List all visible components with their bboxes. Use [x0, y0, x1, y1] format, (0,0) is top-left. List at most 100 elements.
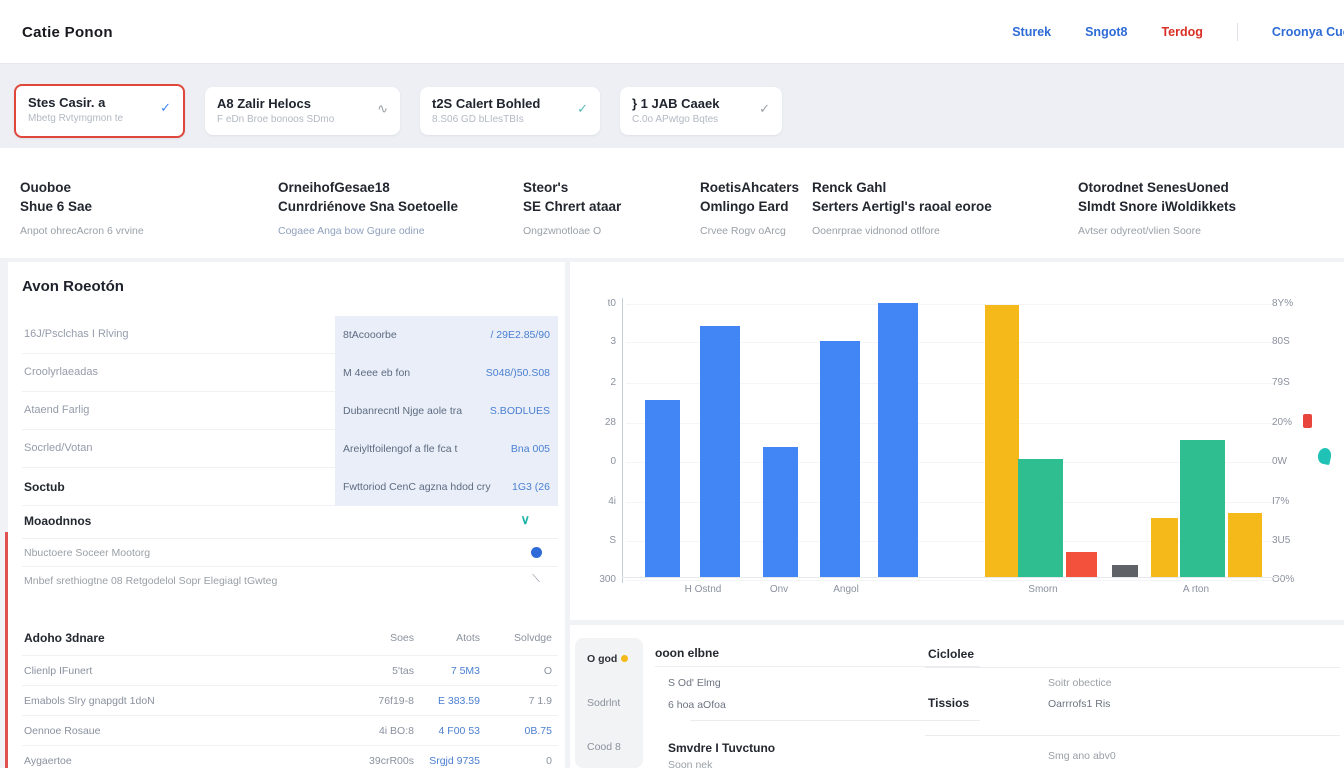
feature-title: Ouoboe [20, 178, 144, 197]
check-icon: ✓ [160, 100, 171, 116]
stat-card-1[interactable]: Stes Casir. a Mbetg Rvtymgmon te ✓ [14, 84, 185, 138]
cell-link[interactable]: 4 F00 53 [439, 725, 480, 737]
chevron-down-icon[interactable]: ∨ [520, 512, 530, 528]
y-axis-tick-label: 28 [570, 417, 616, 428]
y-axis-tick-label: t0 [570, 298, 616, 309]
chart-gridline [626, 304, 1274, 305]
kv-row: Soctub Fwttoriod CenC agzna hdod cry 1G3… [22, 468, 558, 506]
check-icon: ✓ [759, 101, 770, 117]
kv-value[interactable]: Bna 005 [511, 443, 550, 455]
y-axis-tick-label: S [570, 535, 616, 546]
feature-5[interactable]: Renck Gahl Serters Aertigl's raoal eoroe… [812, 178, 992, 237]
feature-title: Serters Aertigl's raoal eoroe [812, 197, 992, 216]
feature-4[interactable]: RoetisAhcaters Omlingo Eard Crvee Rogv o… [700, 178, 799, 237]
feature-title: SE Chrert ataar [523, 197, 621, 216]
table-row: Emabols Slry gnapgdt 1doN 76f19-8 E 383.… [22, 685, 558, 715]
cell-link[interactable]: 7 5M3 [451, 665, 480, 677]
chart-bar [1151, 518, 1178, 577]
nav-link-3[interactable]: Terdog [1161, 25, 1202, 39]
cell: 7 1.9 [529, 695, 552, 707]
tab-label: O god [587, 653, 617, 665]
chart-gridline [626, 580, 1274, 581]
kv-value[interactable]: / 29E2.85/90 [490, 329, 550, 341]
cell: O [544, 665, 552, 677]
right-axis-tick-label: I7% [1272, 496, 1289, 507]
chart-bar [1228, 513, 1262, 577]
feature-subtitle: Cogaee Anga bow Ggure odine [278, 225, 458, 237]
stat-card-3[interactable]: t2S Calert Bohled 8.S06 GD bLIesTBIs ✓ [420, 87, 600, 135]
yellow-dot-icon [621, 655, 628, 662]
x-axis-tick-label: H Ostnd [685, 584, 722, 595]
tab-3[interactable]: Cood 8 [575, 726, 643, 768]
red-marker-line [5, 532, 8, 768]
backslash-icon: ⟍ [532, 573, 540, 586]
x-axis-tick-label: A rton [1183, 584, 1209, 595]
list-item[interactable]: Nbuctoere Soceer Mootorg [22, 538, 558, 566]
chart-bar [985, 305, 1019, 577]
kv-row: Ataend Farlig Dubanrecntl Njge aole tra … [22, 392, 558, 430]
divider [925, 735, 1340, 736]
feature-1[interactable]: Ouoboe Shue 6 Sae Anpot ohrecAcron 6 vrv… [20, 178, 144, 237]
right-axis-tick-label: 79S [1272, 377, 1290, 388]
accordion-row[interactable]: Moaodnnos ∨ [22, 508, 558, 536]
mini-list: Nbuctoere Soceer Mootorg Mnbef srethiogt… [22, 538, 558, 594]
feature-subtitle: Avtser odyreot/vlien Soore [1078, 225, 1236, 237]
kv-key: Fwttoriod CenC agzna hdod cry [343, 481, 491, 493]
chart-bar [1018, 459, 1063, 577]
feature-title: Renck Gahl [812, 178, 992, 197]
kv-label: Croolyrlaeadas [24, 366, 98, 378]
x-axis-tick-label: Angol [833, 584, 859, 595]
cell-link[interactable]: 0B.75 [525, 725, 552, 737]
row-label: Oennoe Rosaue [24, 725, 100, 737]
nav-link-4[interactable]: Croonya Cuon [1272, 25, 1344, 39]
feature-6[interactable]: Otorodnet SenesUoned Slmdt Snore iWoldik… [1078, 178, 1236, 237]
tab-label: Cood 8 [587, 741, 621, 753]
divider [925, 667, 1340, 668]
feature-2[interactable]: OrneihofGesae18 Cunrdriénove Sna Soetoel… [278, 178, 458, 237]
cell-link[interactable]: E 383.59 [438, 695, 480, 707]
stat-card-2[interactable]: A8 Zalir Helocs F eDn Broe bonoos SDmo ∿ [205, 87, 400, 135]
blue-dot-icon[interactable] [531, 547, 542, 558]
content-line: 6 hoa aOfoa [668, 699, 726, 711]
feature-title: Cunrdriénove Sna Soetoelle [278, 197, 458, 216]
tab-1[interactable]: O god [575, 638, 643, 682]
row-label: Aygaertoe [24, 755, 72, 767]
kv-row: Croolyrlaeadas M 4eee eb fon S048/)50.S0… [22, 354, 558, 392]
tab-2[interactable]: Sodrlnt [575, 682, 643, 726]
table-row: Clienlp IFunert 5'tas 7 5M3 O [22, 655, 558, 685]
stat-card-title: Stes Casir. a [28, 95, 171, 110]
nav-link-2[interactable]: Sngot8 [1085, 25, 1127, 39]
kv-highlight-cell: M 4eee eb fon S048/)50.S08 [335, 354, 558, 392]
feature-title: Shue 6 Sae [20, 197, 144, 216]
kv-highlight-cell: Areiyltfoilengof a fle fca t Bna 005 [335, 430, 558, 468]
feature-title: Steor's [523, 178, 621, 197]
content-item-sub: Soon nek [668, 759, 712, 768]
kv-value[interactable]: 1G3 (26 [512, 481, 550, 493]
feature-title: RoetisAhcaters [700, 178, 799, 197]
list-item-label: Mnbef srethiogtne 08 Retgodelol Sopr Ele… [24, 575, 277, 587]
content-item-title[interactable]: Smvdre I Tuvctuno [668, 741, 775, 755]
cell-link[interactable]: Srgjd 9735 [429, 755, 480, 767]
feature-3[interactable]: Steor's SE Chrert ataar Ongzwnotloae O [523, 178, 621, 237]
stat-card-4[interactable]: } 1 JAB Caaek C.0o APwtgo Bqtes ✓ [620, 87, 782, 135]
cell: 5'tas [392, 665, 414, 677]
cell: 39crR00s [369, 755, 414, 767]
table-title: Adoho 3dnare [24, 631, 105, 645]
top-nav: Sturek Sngot8 Terdog Croonya Cuon [1012, 0, 1344, 64]
cell: 0 [546, 755, 552, 767]
chart-bar [1112, 565, 1138, 577]
kv-label: Ataend Farlig [24, 404, 89, 416]
feature-subtitle: Ongzwnotloae O [523, 225, 621, 237]
top-bar: Catie Ponon Sturek Sngot8 Terdog Croonya… [0, 0, 1344, 64]
column-header: Atots [456, 632, 480, 644]
nav-link-1[interactable]: Sturek [1012, 25, 1051, 39]
y-axis-tick-label: 0 [570, 456, 616, 467]
kv-key: M 4eee eb fon [343, 367, 410, 379]
dashboard-app: Catie Ponon Sturek Sngot8 Terdog Croonya… [0, 0, 1344, 768]
check-icon: ✓ [577, 101, 588, 117]
kv-label: Socrled/Votan [24, 442, 93, 454]
kv-value[interactable]: S048/)50.S08 [486, 367, 550, 379]
list-item[interactable]: Mnbef srethiogtne 08 Retgodelol Sopr Ele… [22, 566, 558, 594]
details-panel: Avon Roeotón 16J/Psclchas I Rlving 8tAco… [8, 262, 565, 768]
kv-value[interactable]: S.BODLUES [490, 405, 550, 417]
